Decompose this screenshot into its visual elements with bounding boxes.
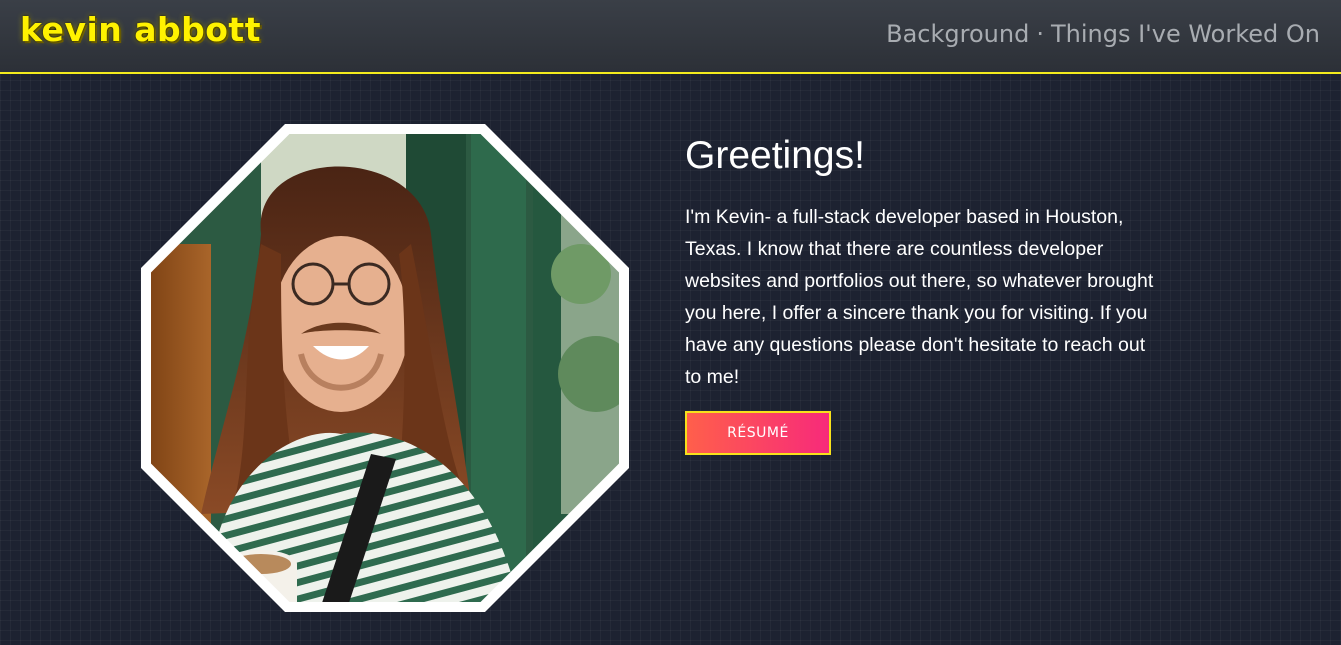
nav-link-background[interactable]: Background	[886, 22, 1029, 46]
top-bar: kevin abbott Background · Things I've Wo…	[0, 0, 1341, 74]
intro-paragraph: I'm Kevin- a full-stack developer based …	[685, 206, 1154, 388]
greeting-heading: Greetings!	[685, 134, 865, 177]
profile-photo	[141, 124, 629, 612]
nav-separator: ·	[1036, 20, 1044, 48]
resume-button[interactable]: RÉSUMÉ	[685, 411, 831, 455]
main-nav: Background · Things I've Worked On	[886, 22, 1320, 46]
site-logo[interactable]: kevin abbott	[20, 13, 261, 46]
nav-link-things-ive-worked-on[interactable]: Things I've Worked On	[1051, 22, 1320, 46]
profile-photo-illustration	[141, 124, 629, 612]
